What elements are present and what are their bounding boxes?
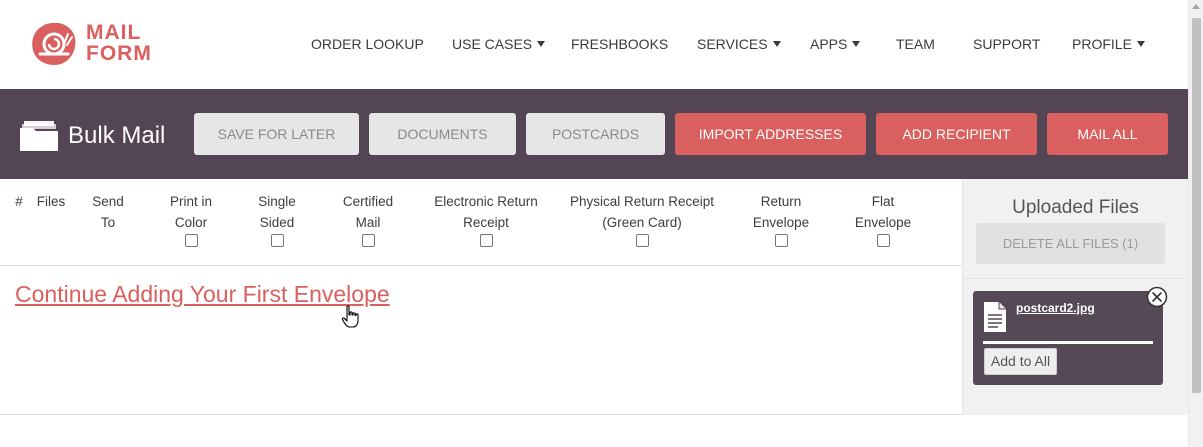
nav-freshbooks-label: FRESHBOOKS [571, 36, 669, 52]
hand-pointer-cursor-icon [341, 305, 359, 328]
column-single-sided: Single Sided [247, 191, 307, 247]
column-print-in-color-line2: Color [174, 215, 208, 230]
top-navigation: MAIL FORM ORDER LOOKUP USE CASES FRESHBO… [0, 0, 1188, 89]
column-return-envelope-line1: Return [760, 194, 802, 209]
caret-down-icon [1136, 41, 1145, 47]
nav-services-label: SERVICES [697, 36, 768, 52]
column-return-envelope: Return Envelope [746, 191, 816, 247]
continue-adding-envelope-link[interactable]: Continue Adding Your First Envelope [15, 281, 390, 308]
import-addresses-button[interactable]: IMPORT ADDRESSES [675, 113, 866, 155]
column-certified-mail-line2: Mail [355, 215, 381, 230]
upload-progress-bar [983, 341, 1153, 344]
nav-services[interactable]: SERVICES [697, 36, 781, 52]
column-flat-envelope-line1: Flat [871, 194, 895, 209]
uploaded-files-title: Uploaded Files [1012, 197, 1139, 218]
print-in-color-checkbox[interactable] [184, 234, 198, 247]
save-for-later-button[interactable]: SAVE FOR LATER [194, 113, 359, 155]
column-single-sided-line2: Sided [259, 215, 295, 230]
nav-profile[interactable]: PROFILE [1072, 36, 1145, 52]
nav-support-label: SUPPORT [973, 36, 1041, 52]
folder-icon [20, 121, 58, 151]
postcards-button[interactable]: POSTCARDS [526, 113, 665, 155]
add-recipient-button[interactable]: ADD RECIPIENT [876, 113, 1037, 155]
return-envelope-checkbox[interactable] [774, 234, 788, 247]
column-physical-return-line2: (Green Card) [602, 215, 682, 230]
column-number-label: # [15, 194, 23, 209]
column-flat-envelope: Flat Envelope [848, 191, 918, 247]
column-print-in-color-line1: Print in [169, 194, 213, 209]
nav-team[interactable]: TEAM [896, 36, 935, 52]
column-number: # [14, 191, 24, 212]
column-files: Files [36, 191, 66, 212]
column-flat-envelope-line2: Envelope [854, 215, 912, 230]
envelope-table-header: # Files Send To Print in Color Single Si… [0, 179, 963, 266]
add-to-all-button[interactable]: Add to All [984, 348, 1057, 375]
page-title: Bulk Mail [68, 122, 166, 149]
nav-freshbooks[interactable]: FRESHBOOKS [571, 36, 668, 52]
caret-down-icon [852, 41, 861, 47]
nav-order-lookup-label: ORDER LOOKUP [311, 36, 424, 52]
column-return-envelope-line2: Envelope [752, 215, 810, 230]
column-electronic-return-line1: Electronic Return [434, 194, 538, 209]
column-single-sided-line1: Single [258, 194, 296, 209]
column-physical-return-receipt: Physical Return Receipt (Green Card) [566, 191, 718, 247]
scrollbar-thumb[interactable] [1192, 18, 1201, 393]
delete-all-files-button[interactable]: DELETE ALL FILES (1) [976, 223, 1165, 264]
column-send-to-line2: To [100, 215, 116, 230]
column-files-label: Files [36, 194, 66, 209]
nav-apps[interactable]: APPS [810, 36, 861, 52]
vertical-scrollbar[interactable] [1188, 0, 1203, 447]
nav-apps-label: APPS [810, 36, 848, 52]
column-certified-mail: Certified Mail [333, 191, 403, 247]
column-print-in-color: Print in Color [156, 191, 226, 247]
documents-button[interactable]: DOCUMENTS [369, 113, 516, 155]
caret-down-icon [537, 41, 546, 47]
column-physical-return-line1: Physical Return Receipt [569, 194, 715, 209]
nav-menu: ORDER LOOKUP USE CASES FRESHBOOKS SERVIC… [0, 36, 1188, 56]
caret-down-icon [772, 41, 781, 47]
nav-support[interactable]: SUPPORT [973, 36, 1040, 52]
column-send-to-line1: Send [92, 194, 124, 209]
nav-use-cases[interactable]: USE CASES [452, 36, 546, 52]
uploaded-file-name-link[interactable]: postcard2.jpg [1016, 301, 1095, 315]
close-icon[interactable] [1146, 286, 1168, 308]
document-icon [984, 302, 1006, 332]
column-electronic-return-line2: Receipt [463, 215, 509, 230]
column-electronic-return-receipt: Electronic Return Receipt [426, 191, 546, 247]
nav-team-label: TEAM [896, 36, 935, 52]
physical-return-receipt-checkbox[interactable] [635, 234, 649, 247]
nav-order-lookup[interactable]: ORDER LOOKUP [311, 36, 424, 52]
column-send-to: Send To [88, 191, 128, 233]
column-certified-mail-line1: Certified [342, 194, 394, 209]
panel-divider [963, 278, 1188, 279]
scroll-up-arrow-icon[interactable] [1192, 4, 1200, 9]
flat-envelope-checkbox[interactable] [876, 234, 890, 247]
nav-profile-label: PROFILE [1072, 36, 1132, 52]
nav-use-cases-label: USE CASES [452, 36, 533, 52]
single-sided-checkbox[interactable] [270, 234, 284, 247]
electronic-return-receipt-checkbox[interactable] [479, 234, 493, 247]
certified-mail-checkbox[interactable] [361, 234, 375, 247]
mail-all-button[interactable]: MAIL ALL [1047, 113, 1168, 155]
